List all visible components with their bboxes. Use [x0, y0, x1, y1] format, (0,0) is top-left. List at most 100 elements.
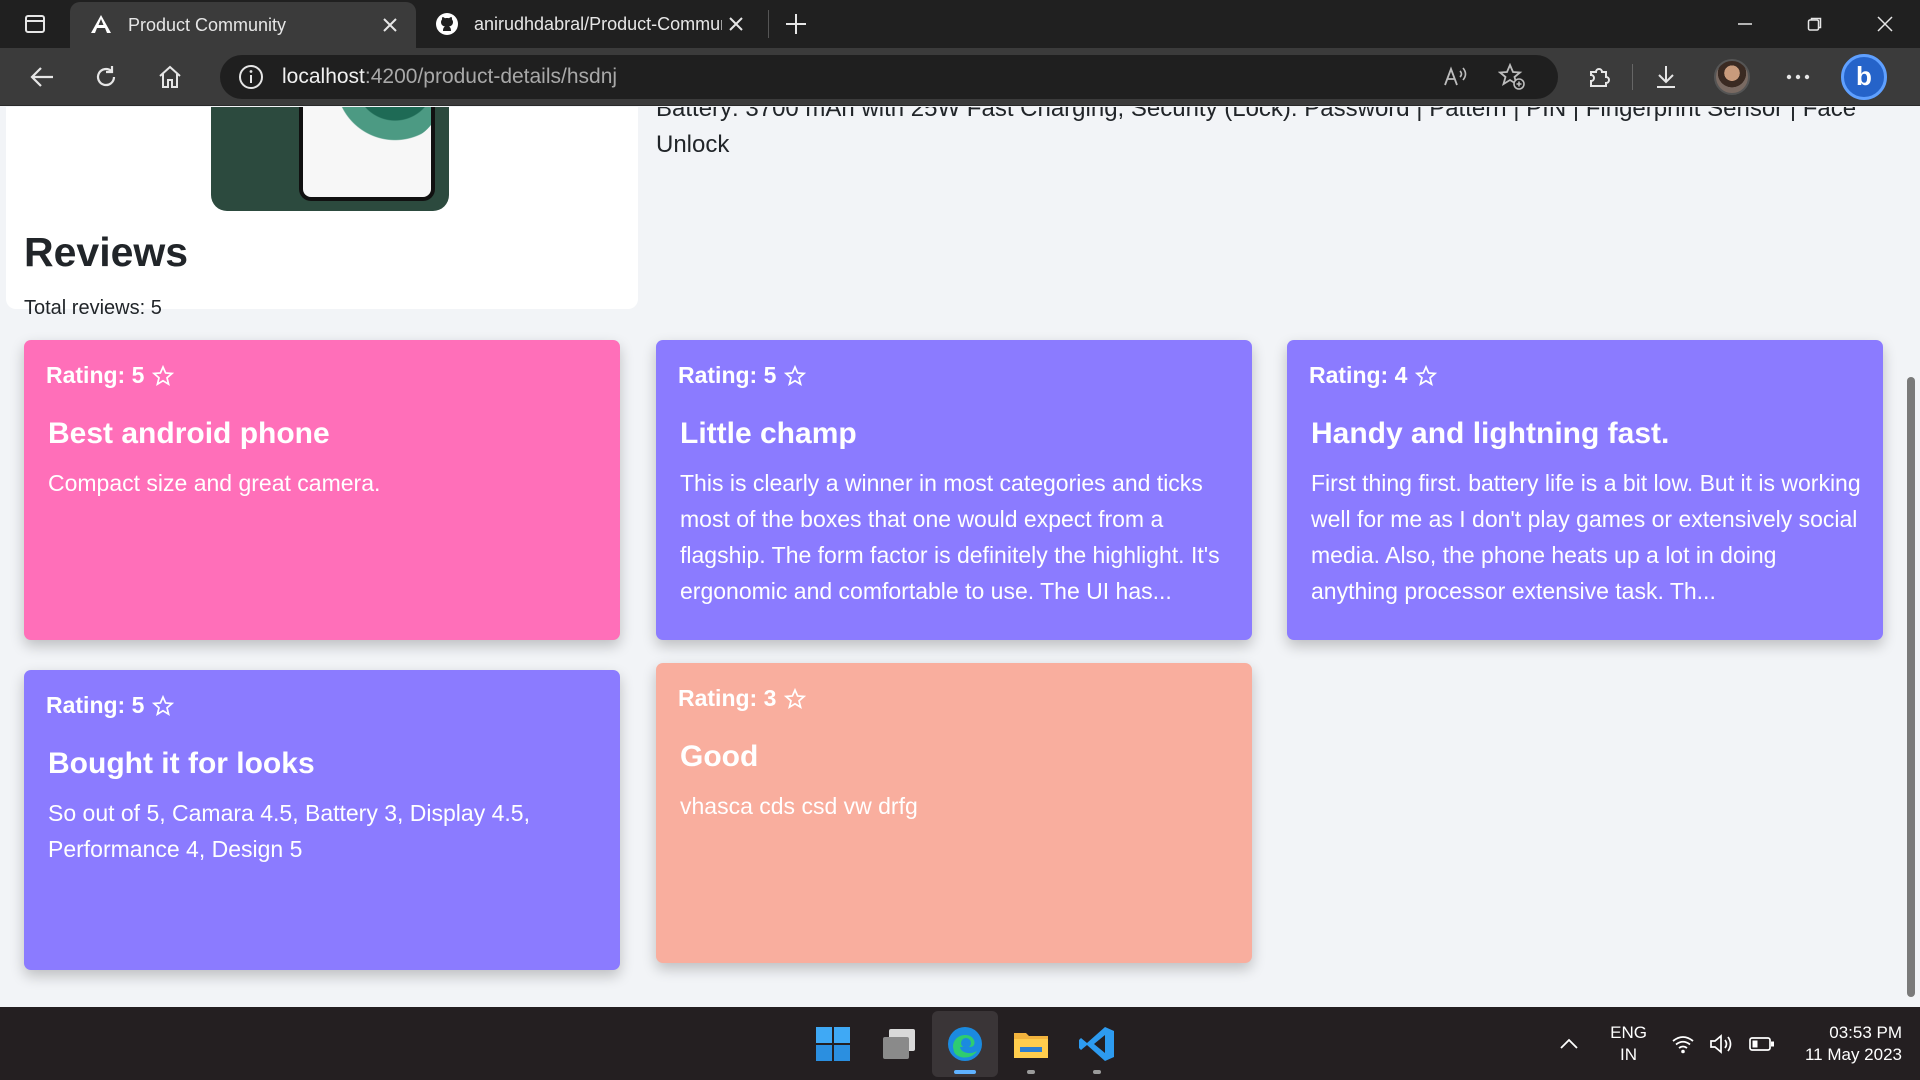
edge-browser-taskbar[interactable]: [932, 1010, 998, 1077]
reviews-heading: Reviews: [24, 229, 189, 275]
browser-tab-bar: Product Community anirudhdabral/Product-…: [0, 0, 1920, 48]
page-scrollbar[interactable]: [1907, 377, 1915, 997]
close-tab-icon[interactable]: [722, 10, 750, 38]
minimize-icon: [1738, 23, 1752, 25]
review-card[interactable]: Rating: 3 Good vhasca cds csd vw drfg: [656, 663, 1252, 963]
read-aloud-button[interactable]: [1428, 57, 1484, 97]
ellipsis-icon: [1786, 74, 1810, 79]
tab-title: anirudhdabral/Product-Commur: [474, 13, 722, 34]
angular-icon: [88, 12, 114, 38]
tab-title: Product Community: [128, 14, 287, 35]
refresh-icon: [96, 65, 116, 86]
url-path: :4200/product-details/hsdnj: [364, 64, 618, 88]
review-rating: Rating: 5: [46, 362, 598, 389]
minimize-button[interactable]: [1710, 0, 1780, 48]
rating-label: Rating: 5: [46, 692, 145, 718]
total-reviews-count: Total reviews: 5: [24, 297, 162, 319]
phone-screen: [299, 107, 435, 201]
taskbar-apps: [800, 1007, 1130, 1080]
window-controls: [1710, 0, 1920, 48]
rating-label: Rating: 3: [678, 685, 777, 711]
language-code: ENG: [1610, 1022, 1647, 1042]
bing-chat-button[interactable]: b: [1831, 53, 1897, 101]
home-button[interactable]: [138, 53, 202, 101]
language-indicator[interactable]: ENG IN: [1610, 1022, 1647, 1066]
battery-icon: [1749, 1036, 1774, 1051]
active-indicator: [954, 1069, 976, 1074]
rating-label: Rating: 4: [1309, 362, 1408, 388]
volume-icon: [1710, 1033, 1732, 1054]
back-arrow-icon: [30, 66, 53, 87]
system-tray: ENG IN 03:53 PM 11 May 2023: [1554, 1007, 1902, 1080]
refresh-button[interactable]: [74, 53, 138, 101]
vscode-taskbar[interactable]: [1064, 1011, 1130, 1077]
folder-icon: [1014, 1032, 1048, 1058]
wifi-icon: [1672, 1035, 1694, 1053]
more-menu-button[interactable]: [1765, 53, 1831, 101]
github-icon: [434, 11, 460, 37]
read-aloud-icon: [1444, 65, 1467, 85]
close-tab-icon[interactable]: [376, 11, 404, 39]
plus-icon: [786, 14, 806, 34]
review-body: This is clearly a winner in most categor…: [680, 470, 1220, 604]
wallpaper-swirl: [323, 107, 431, 147]
address-bar[interactable]: localhost:4200/product-details/hsdnj: [220, 54, 1558, 99]
profile-button[interactable]: [1699, 53, 1765, 101]
review-title: Little champ: [680, 417, 857, 450]
url-host: localhost: [282, 64, 365, 88]
product-specs-text: Battery: 3700 mAh with 25W Fast Charging…: [656, 107, 1857, 158]
review-rating: Rating: 5: [678, 362, 1230, 389]
star-outline-icon: [1415, 364, 1438, 387]
start-button[interactable]: [800, 1011, 866, 1077]
rating-label: Rating: 5: [46, 362, 145, 388]
clock-time: 03:53 PM: [1829, 1022, 1902, 1042]
file-explorer-taskbar[interactable]: [998, 1011, 1064, 1077]
windows-logo-icon: [816, 1026, 850, 1061]
avatar: [1714, 58, 1750, 95]
extensions-icon: [1590, 67, 1610, 87]
rating-label: Rating: 5: [678, 362, 777, 388]
star-outline-icon: [784, 687, 807, 710]
quick-settings[interactable]: [1671, 1033, 1775, 1055]
vscode-icon: [1079, 1026, 1114, 1061]
close-window-button[interactable]: [1850, 0, 1920, 48]
review-card[interactable]: Rating: 5 Bought it for looks So out of …: [24, 670, 620, 970]
review-rating: Rating: 4: [1309, 362, 1861, 389]
star-outline-icon: [784, 364, 807, 387]
review-rating: Rating: 5: [46, 692, 598, 719]
url-text[interactable]: localhost:4200/product-details/hsdnj: [282, 65, 1428, 89]
add-favorite-button[interactable]: [1484, 57, 1540, 97]
star-outline-icon: [152, 694, 175, 717]
tab-actions-icon: [25, 15, 45, 33]
tab-actions-button[interactable]: [0, 0, 70, 48]
close-icon: [1877, 16, 1893, 32]
edge-icon: [948, 1026, 982, 1061]
new-tab-button[interactable]: [769, 0, 823, 48]
review-body: First thing first. battery life is a bit…: [1311, 470, 1861, 604]
product-image-card: [6, 107, 638, 309]
clock[interactable]: 03:53 PM 11 May 2023: [1805, 1022, 1902, 1066]
back-button[interactable]: [10, 53, 74, 101]
review-title: Good: [680, 740, 759, 773]
home-icon: [159, 65, 181, 88]
running-indicator: [1027, 1069, 1035, 1074]
tab-github-repo[interactable]: anirudhdabral/Product-Commur: [416, 0, 762, 48]
browser-toolbar: localhost:4200/product-details/hsdnj b: [0, 48, 1920, 106]
review-title: Bought it for looks: [48, 747, 315, 780]
review-card[interactable]: Rating: 5 Best android phone Compact siz…: [24, 340, 620, 640]
toolbar-right: b: [1566, 53, 1897, 101]
review-body: vhasca cds csd vw drfg: [680, 793, 918, 819]
star-outline-icon: [152, 364, 175, 387]
review-card[interactable]: Rating: 4 Handy and lightning fast. Firs…: [1287, 340, 1883, 640]
tab-product-community[interactable]: Product Community: [70, 2, 416, 48]
show-hidden-icons-button[interactable]: [1554, 1038, 1584, 1050]
running-indicator: [1093, 1069, 1101, 1074]
extensions-button[interactable]: [1566, 53, 1632, 101]
downloads-button[interactable]: [1633, 53, 1699, 101]
review-card[interactable]: Rating: 5 Little champ This is clearly a…: [656, 340, 1252, 640]
restore-button[interactable]: [1780, 0, 1850, 48]
site-info-icon[interactable]: [238, 64, 264, 90]
review-rating: Rating: 3: [678, 685, 1230, 712]
download-icon: [1657, 65, 1675, 88]
task-view-button[interactable]: [866, 1011, 932, 1077]
